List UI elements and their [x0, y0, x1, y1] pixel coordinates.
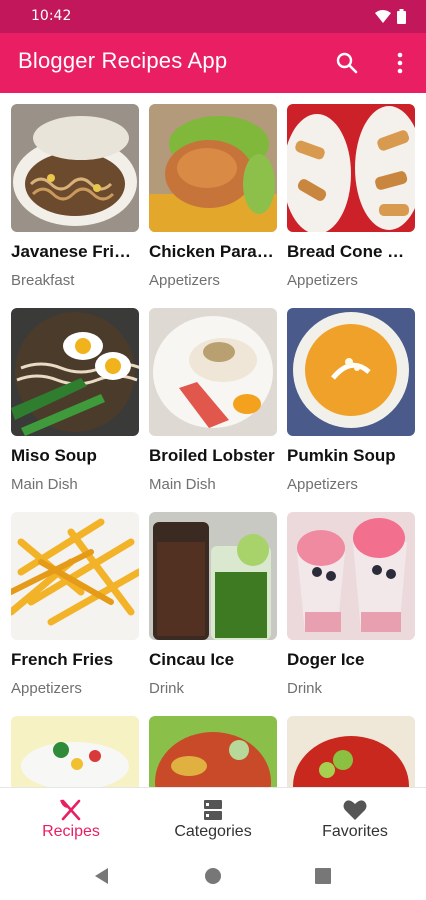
recipe-category: Drink — [287, 680, 323, 697]
nav-categories[interactable]: Categories — [142, 788, 284, 853]
recipe-card[interactable]: Cincau Ice Drink — [149, 512, 277, 712]
more-vert-icon[interactable] — [388, 50, 412, 76]
recipe-category: Drink — [149, 680, 185, 697]
recipe-card[interactable]: Chicken Para… Appetizers — [149, 104, 277, 304]
back-icon[interactable] — [92, 866, 112, 886]
search-icon[interactable] — [334, 50, 360, 76]
categories-icon — [204, 800, 222, 820]
nav-label: Favorites — [322, 823, 388, 840]
recipe-card[interactable] — [149, 716, 277, 787]
recipe-title: French Fries — [11, 650, 114, 669]
recipe-category: Breakfast — [11, 272, 75, 289]
recipe-image — [149, 512, 277, 640]
recipe-category: Appetizers — [11, 680, 82, 697]
recipe-title: Pumkin Soup — [287, 446, 396, 465]
utensils-icon — [60, 799, 81, 821]
recipe-category: Main Dish — [149, 476, 216, 493]
heart-icon — [343, 800, 367, 820]
bottom-navigation: Recipes Categories Favorites — [0, 787, 426, 852]
recipe-title: Javanese Fri… — [11, 242, 132, 261]
recipe-title: Broiled Lobster — [149, 446, 275, 465]
recipe-category: Appetizers — [287, 272, 358, 289]
recipe-card[interactable]: Pumkin Soup Appetizers — [287, 308, 415, 508]
recipe-image — [149, 716, 277, 787]
status-icons — [375, 9, 406, 24]
recipe-title: Doger Ice — [287, 650, 365, 669]
recipe-title: Miso Soup — [11, 446, 97, 465]
recipe-image — [11, 716, 139, 787]
home-icon[interactable] — [203, 866, 223, 886]
recipe-card[interactable]: Broiled Lobster Main Dish — [149, 308, 277, 508]
recipe-image — [11, 104, 139, 232]
status-bar: 10:42 — [0, 0, 426, 33]
wifi-icon — [375, 9, 391, 23]
recipe-image — [287, 716, 415, 787]
nav-favorites[interactable]: Favorites — [284, 788, 426, 853]
recipe-category: Appetizers — [287, 476, 358, 493]
system-navigation-bar — [0, 852, 426, 900]
battery-icon — [397, 9, 406, 24]
recipe-grid: Javanese Fri… Breakfast Chicken Para… Ap… — [0, 93, 426, 787]
recents-icon[interactable] — [313, 866, 333, 886]
nav-label: Categories — [174, 823, 252, 840]
recipe-image — [149, 308, 277, 436]
recipe-card[interactable]: French Fries Appetizers — [11, 512, 139, 712]
recipe-title: Bread Cone … — [287, 242, 405, 261]
app-title: Blogger Recipes App — [18, 48, 228, 73]
recipe-title: Chicken Para… — [149, 242, 274, 261]
recipe-card[interactable]: Bread Cone … Appetizers — [287, 104, 415, 304]
recipe-card[interactable]: Miso Soup Main Dish — [11, 308, 139, 508]
recipe-category: Appetizers — [149, 272, 220, 289]
recipe-image — [11, 308, 139, 436]
status-time: 10:42 — [31, 8, 72, 24]
recipe-image — [287, 104, 415, 232]
recipe-card[interactable]: Javanese Fri… Breakfast — [11, 104, 139, 304]
app-bar: Blogger Recipes App — [0, 33, 426, 93]
nav-label: Recipes — [42, 823, 100, 840]
nav-recipes[interactable]: Recipes — [0, 788, 142, 853]
recipe-title: Cincau Ice — [149, 650, 235, 669]
recipe-card[interactable]: Doger Ice Drink — [287, 512, 415, 712]
recipe-card[interactable] — [11, 716, 139, 787]
recipe-image — [11, 512, 139, 640]
recipe-image — [149, 104, 277, 232]
recipe-card[interactable] — [287, 716, 415, 787]
recipe-category: Main Dish — [11, 476, 78, 493]
recipe-image — [287, 512, 415, 640]
recipe-image — [287, 308, 415, 436]
